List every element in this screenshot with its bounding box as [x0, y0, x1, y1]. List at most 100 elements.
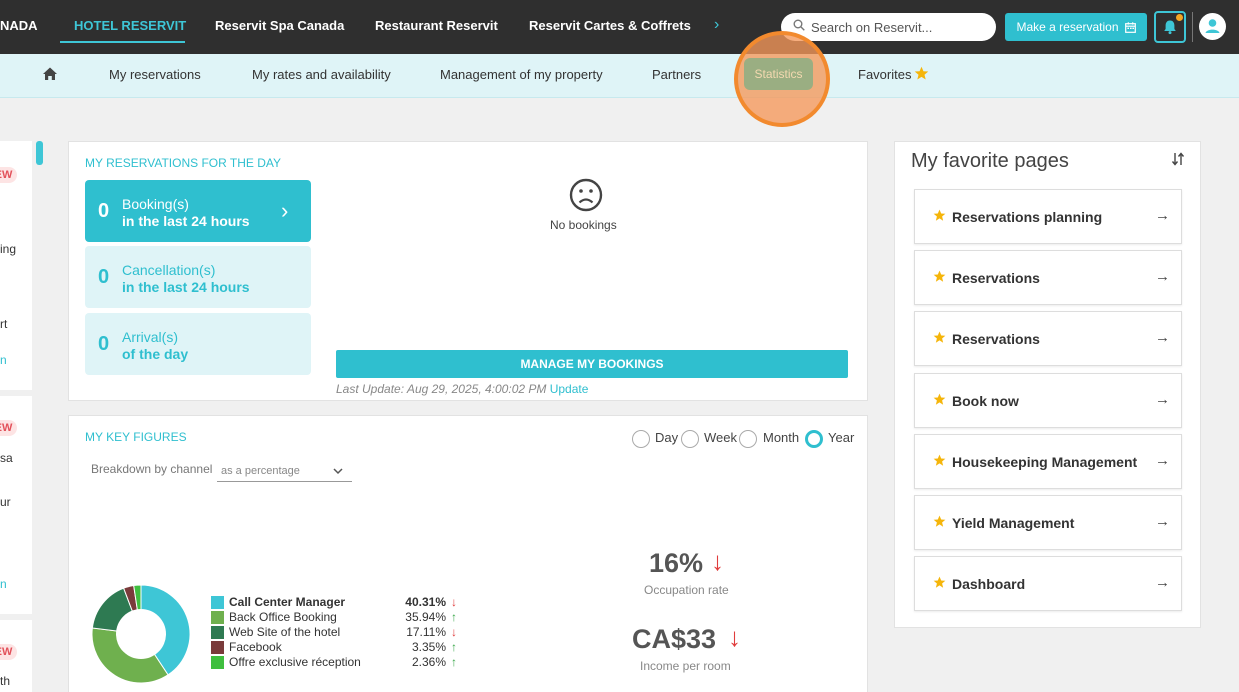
chevron-right-icon: › — [281, 198, 289, 223]
nav-item-restaurant[interactable]: Restaurant Reservit — [375, 18, 498, 33]
bookings-count: 0 — [98, 200, 110, 222]
favorite-page-label: Dashboard — [952, 576, 1026, 593]
chevron-right-icon[interactable]: › — [714, 16, 719, 34]
cancellations-card[interactable]: 0 Cancellation(s) in the last 24 hours — [85, 246, 311, 308]
home-icon[interactable] — [42, 66, 58, 82]
favorite-page-item[interactable]: Housekeeping Management → — [914, 433, 1182, 489]
bookings-sublabel: in the last 24 hours — [122, 213, 250, 229]
reservations-title: MY RESERVATIONS FOR THE DAY — [85, 156, 282, 170]
notifications-button[interactable] — [1154, 11, 1186, 43]
left-card-text: rt — [0, 317, 8, 331]
breakdown-label: Breakdown by channel — [91, 462, 213, 476]
secondary-navigation-bar: My reservations My rates and availabilit… — [0, 54, 1239, 98]
legend-channel-name: Back Office Booking — [229, 610, 337, 624]
arrivals-label: Arrival(s) — [122, 329, 178, 345]
star-icon — [933, 576, 946, 588]
legend-swatch — [211, 656, 224, 669]
favorite-page-label: Housekeeping Management — [952, 453, 1138, 470]
income-per-room-label: Income per room — [640, 659, 731, 673]
radio-week[interactable] — [681, 430, 699, 448]
subnav-favorites[interactable]: Favorites — [858, 67, 911, 82]
key-figures-panel: MY KEY FIGURES Day Week Month Year Break… — [68, 415, 868, 692]
chevron-down-icon — [333, 468, 343, 475]
favorite-page-label: Yield Management — [952, 515, 1075, 531]
arrow-right-icon: → — [1155, 513, 1170, 530]
subnav-partners[interactable]: Partners — [652, 67, 701, 82]
income-per-room-value: CA$33 — [632, 624, 717, 654]
legend-channel-percent: 2.36% — [411, 655, 446, 669]
no-bookings-text: No bookings — [550, 218, 617, 232]
star-icon — [933, 332, 946, 344]
update-link[interactable]: Update — [550, 382, 589, 396]
favorite-page-item[interactable]: Reservations → — [914, 311, 1182, 367]
top-navigation-bar: NADA HOTEL RESERVIT Reservit Spa Canada … — [0, 0, 1239, 54]
star-icon — [933, 209, 946, 221]
arrow-up-icon: ↑ — [451, 640, 457, 654]
bookings-card[interactable]: 0 Booking(s) in the last 24 hours › — [85, 180, 311, 242]
make-reservation-label: Make a reservation — [1016, 20, 1119, 34]
calendar-icon — [1124, 21, 1136, 33]
favorite-page-label: Book now — [952, 392, 1019, 409]
arrivals-card[interactable]: 0 Arrival(s) of the day — [85, 313, 311, 375]
favorite-page-item[interactable]: Reservations planning → — [914, 189, 1182, 244]
favorite-page-item[interactable]: Dashboard → — [914, 556, 1182, 612]
radio-month[interactable] — [739, 430, 757, 448]
favorite-page-item[interactable]: Book now → — [914, 372, 1182, 428]
arrow-down-icon: ↓ — [711, 546, 724, 576]
favorite-page-item[interactable]: Reservations → — [914, 250, 1182, 306]
left-card-link[interactable]: n — [0, 353, 7, 367]
legend-channel-name: Web Site of the hotel — [229, 625, 341, 639]
breakdown-value: as a percentage — [221, 465, 300, 477]
legend-channel-percent: 40.31% — [405, 595, 446, 609]
arrow-down-icon: ↓ — [451, 625, 457, 639]
manage-bookings-button[interactable]: MANAGE MY BOOKINGS — [336, 350, 848, 378]
favorite-page-label: Reservations — [952, 331, 1040, 348]
star-icon — [933, 515, 946, 527]
arrow-right-icon: → — [1155, 268, 1170, 286]
arrivals-sublabel: of the day — [122, 346, 189, 362]
scroll-indicator[interactable] — [36, 141, 43, 165]
nav-item-canada-cut[interactable]: NADA — [0, 18, 38, 33]
new-badge: EW — [0, 420, 17, 436]
radio-day[interactable] — [632, 430, 650, 448]
star-icon — [933, 393, 946, 405]
subnav-property-management[interactable]: Management of my property — [440, 67, 603, 82]
radio-year[interactable] — [805, 430, 823, 448]
legend-channel-percent: 35.94% — [405, 610, 446, 624]
nav-item-cartes-coffrets[interactable]: Reservit Cartes & Coffrets — [529, 18, 691, 33]
left-card-text: ur — [0, 495, 11, 509]
search-box[interactable] — [781, 13, 996, 41]
make-reservation-button[interactable]: Make a reservation — [1005, 13, 1147, 41]
period-day-label: Day — [655, 430, 679, 445]
nav-item-spa-canada[interactable]: Reservit Spa Canada — [215, 18, 344, 33]
legend-channel-name: Facebook — [229, 640, 282, 654]
sad-face-icon — [569, 178, 603, 212]
period-week-label: Week — [704, 430, 737, 445]
avatar[interactable] — [1199, 13, 1226, 40]
manage-bookings-label: MANAGE MY BOOKINGS — [520, 357, 664, 371]
search-icon — [793, 19, 805, 31]
arrow-right-icon: → — [1155, 329, 1170, 347]
left-card-2: EW sa ur n — [0, 396, 32, 614]
subnav-rates-availability[interactable]: My rates and availability — [252, 67, 391, 82]
user-icon — [1205, 19, 1220, 33]
period-month-label: Month — [763, 430, 800, 445]
search-input[interactable] — [811, 18, 989, 36]
occupation-rate-label: Occupation rate — [644, 583, 729, 597]
subnav-statistics[interactable]: Statistics — [744, 58, 813, 90]
active-tab-underline — [60, 41, 185, 43]
breakdown-select[interactable]: as a percentage — [217, 462, 352, 482]
last-update-text: Last Update: Aug 29, 2025, 4:00:02 PM Up… — [336, 382, 588, 396]
left-card-link[interactable]: n — [0, 577, 7, 591]
nav-item-hotel-reservit[interactable]: HOTEL RESERVIT — [74, 18, 186, 33]
last-update-value: Last Update: Aug 29, 2025, 4:00:02 PM — [336, 382, 547, 396]
favorite-page-label: Reservations planning — [952, 209, 1103, 225]
sort-icon[interactable] — [1171, 152, 1185, 166]
bookings-label: Booking(s) — [122, 196, 189, 212]
arrow-up-icon: ↑ — [451, 610, 457, 624]
legend-swatch — [211, 596, 224, 609]
subnav-my-reservations[interactable]: My reservations — [109, 67, 201, 82]
favorite-page-item[interactable]: Yield Management → — [914, 495, 1182, 550]
legend-swatch — [211, 626, 224, 639]
legend-channel-percent: 3.35% — [411, 640, 446, 654]
